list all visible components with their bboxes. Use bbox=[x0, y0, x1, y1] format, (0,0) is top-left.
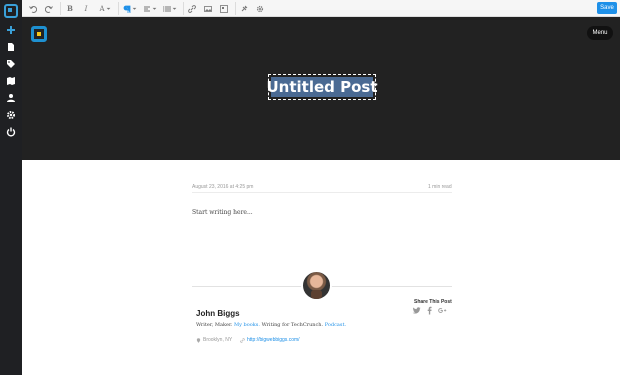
divider bbox=[192, 192, 452, 193]
author-website[interactable]: http://bigwebbiggs.com/ bbox=[240, 337, 300, 343]
toolbar-divider bbox=[235, 2, 236, 15]
redo-icon[interactable] bbox=[44, 3, 54, 14]
image-icon[interactable] bbox=[203, 3, 213, 14]
left-sidebar bbox=[0, 0, 22, 375]
chevron-down-icon bbox=[132, 7, 137, 10]
read-time: 1 min read bbox=[428, 184, 452, 190]
link-icon[interactable] bbox=[187, 3, 197, 14]
my-books-link[interactable]: My books. bbox=[234, 322, 260, 328]
link-icon bbox=[240, 337, 245, 343]
paragraph-icon bbox=[123, 5, 131, 13]
author-name[interactable]: John Biggs bbox=[196, 309, 240, 318]
settings-gear-icon[interactable] bbox=[255, 3, 265, 14]
post-body-editor[interactable]: Start writing here... bbox=[192, 209, 253, 216]
align-icon bbox=[144, 6, 150, 11]
gear-icon[interactable] bbox=[5, 109, 17, 121]
toolbar-divider bbox=[118, 2, 119, 15]
editor-toolbar: B I A Save bbox=[22, 0, 620, 17]
list-icon bbox=[163, 5, 171, 12]
page-icon[interactable] bbox=[5, 41, 17, 53]
bold-button[interactable]: B bbox=[65, 3, 75, 14]
post-title[interactable]: Untitled Post bbox=[267, 77, 378, 97]
font-size-label: A bbox=[99, 4, 105, 13]
site-logo-icon[interactable] bbox=[31, 26, 47, 42]
menu-button[interactable]: Menu bbox=[587, 26, 613, 40]
post-date: August 23, 2016 at 4:25 pm bbox=[192, 184, 254, 190]
post-header: Menu Untitled Post bbox=[22, 17, 620, 160]
share-label: Share This Post bbox=[414, 299, 452, 305]
power-icon[interactable] bbox=[5, 126, 17, 138]
bio-text: Writing for TechCrunch. bbox=[261, 322, 324, 328]
toolbar-divider bbox=[183, 2, 184, 15]
chevron-down-icon bbox=[172, 7, 177, 10]
pin-icon[interactable] bbox=[239, 3, 249, 14]
embed-icon[interactable] bbox=[219, 3, 229, 14]
italic-button[interactable]: I bbox=[81, 3, 91, 14]
chevron-down-icon bbox=[152, 7, 157, 10]
undo-icon[interactable] bbox=[28, 3, 38, 14]
share-icons bbox=[412, 306, 447, 315]
add-icon[interactable] bbox=[5, 24, 17, 36]
toolbar-divider bbox=[60, 2, 61, 15]
author-avatar bbox=[301, 270, 332, 301]
author-location: Brooklyn, NY bbox=[196, 337, 232, 343]
align-button[interactable] bbox=[142, 3, 158, 14]
bio-text: Writer, Maker. bbox=[196, 322, 233, 328]
location-pin-icon bbox=[196, 337, 201, 343]
google-plus-icon[interactable] bbox=[438, 306, 447, 315]
app-logo-icon[interactable] bbox=[4, 4, 18, 18]
location-text: Brooklyn, NY bbox=[203, 337, 233, 343]
chevron-down-icon bbox=[106, 7, 110, 10]
paragraph-button[interactable] bbox=[122, 3, 138, 14]
website-link[interactable]: http://bigwebbiggs.com/ bbox=[247, 337, 300, 343]
user-icon[interactable] bbox=[5, 92, 17, 104]
map-icon[interactable] bbox=[5, 75, 17, 87]
save-button[interactable]: Save bbox=[597, 2, 617, 14]
post-title-selection[interactable]: Untitled Post bbox=[267, 74, 378, 100]
podcast-link[interactable]: Podcast. bbox=[325, 322, 346, 328]
author-bio: Writer, Maker. My books. Writing for Tec… bbox=[196, 322, 346, 328]
twitter-icon[interactable] bbox=[412, 306, 421, 315]
tag-icon[interactable] bbox=[5, 58, 17, 70]
font-size-button[interactable]: A bbox=[97, 3, 113, 14]
list-button[interactable] bbox=[162, 3, 178, 14]
facebook-icon[interactable] bbox=[425, 306, 434, 315]
